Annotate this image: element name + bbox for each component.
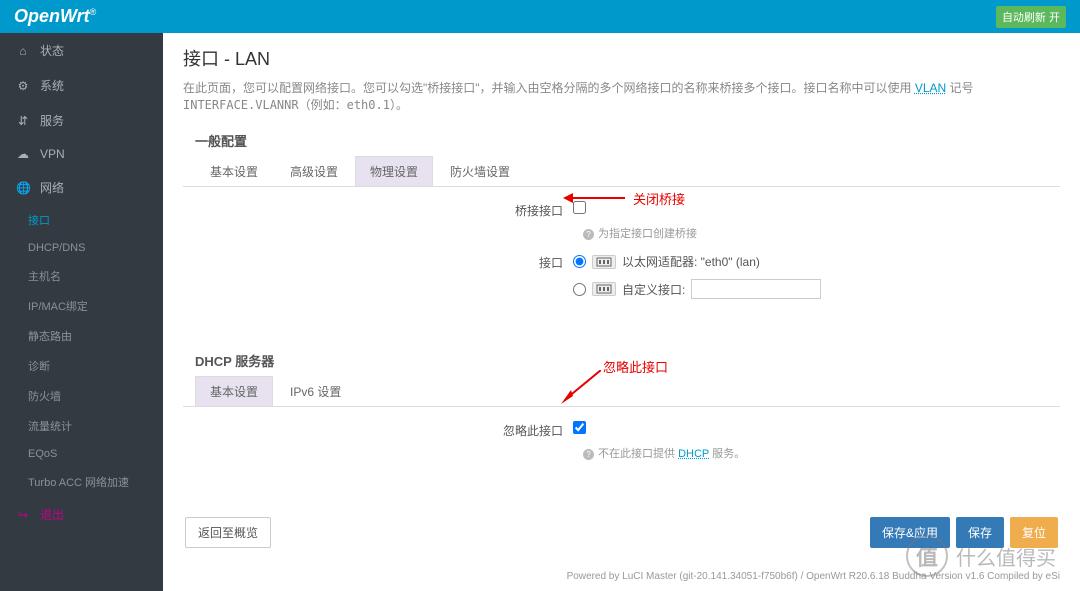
vlan-link[interactable]: VLAN [915,81,946,95]
interface-label: 接口 [195,253,573,271]
ignore-label: 忽略此接口 [195,421,573,439]
bridge-label: 桥接接口 [195,201,573,219]
sidebar: ⌂状态 ⚙系统 ⇵服务 ☁VPN 🌐网络 接口 DHCP/DNS 主机名 IP/… [0,33,163,591]
ignore-help: ?不在此接口提供 DHCP 服务。 [583,445,1048,461]
sidebar-item-status[interactable]: ⌂状态 [0,33,163,68]
dhcp-panel: 忽略此接口 ?不在此接口提供 DHCP 服务。 [183,407,1060,491]
tab-advanced[interactable]: 高级设置 [275,156,353,186]
sidebar-sub-dhcpdns[interactable]: DHCP/DNS [0,235,163,261]
ethernet-icon [596,283,612,295]
sidebar-sub-staticroutes[interactable]: 静态路由 [0,321,163,351]
sidebar-item-vpn[interactable]: ☁VPN [0,138,163,170]
bridge-help: ?为指定接口创建桥接 [583,225,1048,241]
watermark-icon: 值 [906,535,948,577]
interface-badge-custom [592,282,616,296]
sidebar-sub-firewall[interactable]: 防火墙 [0,381,163,411]
tab-dhcp-basic[interactable]: 基本设置 [195,376,273,406]
sidebar-sub-turboacc[interactable]: Turbo ACC 网络加速 [0,467,163,497]
sidebar-item-system[interactable]: ⚙系统 [0,68,163,103]
back-button[interactable]: 返回至概览 [185,517,271,548]
watermark-text: 什么值得买 [956,542,1056,571]
tab-firewall[interactable]: 防火墙设置 [435,156,525,186]
home-icon: ⌂ [16,44,30,58]
physical-panel: 桥接接口 ?为指定接口创建桥接 接口 以太网适配器: "eth0" (lan) [183,187,1060,323]
brand-logo: OpenWrt® [14,6,96,27]
services-icon: ⇵ [16,114,30,128]
globe-icon: 🌐 [16,181,30,195]
tab-dhcp-ipv6[interactable]: IPv6 设置 [275,376,356,406]
sidebar-item-services[interactable]: ⇵服务 [0,103,163,138]
sidebar-item-network[interactable]: 🌐网络 [0,170,163,205]
tab-physical[interactable]: 物理设置 [355,156,433,186]
custom-interface-label: 自定义接口: [622,281,685,298]
custom-interface-input[interactable] [691,279,821,299]
dhcp-title: DHCP 服务器 [195,351,1060,370]
dhcp-link[interactable]: DHCP [678,448,709,460]
sidebar-sub-ipmac[interactable]: IP/MAC绑定 [0,291,163,321]
sidebar-sub-interfaces[interactable]: 接口 [0,205,163,235]
main-content: 接口 - LAN 在此页面，您可以配置网络接口。您可以勾选"桥接接口"，并输入由… [163,33,1080,591]
page-title: 接口 - LAN [183,45,1060,71]
gear-icon: ⚙ [16,79,30,93]
logout-icon: ↪ [16,508,30,522]
dhcp-tabs: 基本设置 IPv6 设置 [183,376,1060,407]
interface-badge-eth0 [592,255,616,269]
sidebar-sub-traffic[interactable]: 流量统计 [0,411,163,441]
cloud-icon: ☁ [16,147,30,161]
sidebar-sub-eqos[interactable]: EQoS [0,441,163,467]
bridge-checkbox[interactable] [573,201,586,214]
tab-basic[interactable]: 基本设置 [195,156,273,186]
interface-radio-custom[interactable] [573,283,586,296]
app-header: OpenWrt® 自动刷新 开 [0,0,1080,33]
page-description: 在此页面，您可以配置网络接口。您可以勾选"桥接接口"，并输入由空格分隔的多个网络… [183,79,1060,113]
sidebar-sub-diagnostics[interactable]: 诊断 [0,351,163,381]
ethernet-icon [596,256,612,268]
autorefresh-toggle[interactable]: 自动刷新 开 [996,6,1066,28]
sidebar-item-logout[interactable]: ↪退出 [0,497,163,532]
watermark: 值 什么值得买 [906,535,1056,577]
general-config-title: 一般配置 [195,131,1060,150]
ignore-checkbox[interactable] [573,421,586,434]
sidebar-sub-hostnames[interactable]: 主机名 [0,261,163,291]
general-tabs: 基本设置 高级设置 物理设置 防火墙设置 [183,156,1060,187]
interface-radio-eth0[interactable] [573,255,586,268]
interface-eth0-text: 以太网适配器: "eth0" (lan) [622,253,760,270]
